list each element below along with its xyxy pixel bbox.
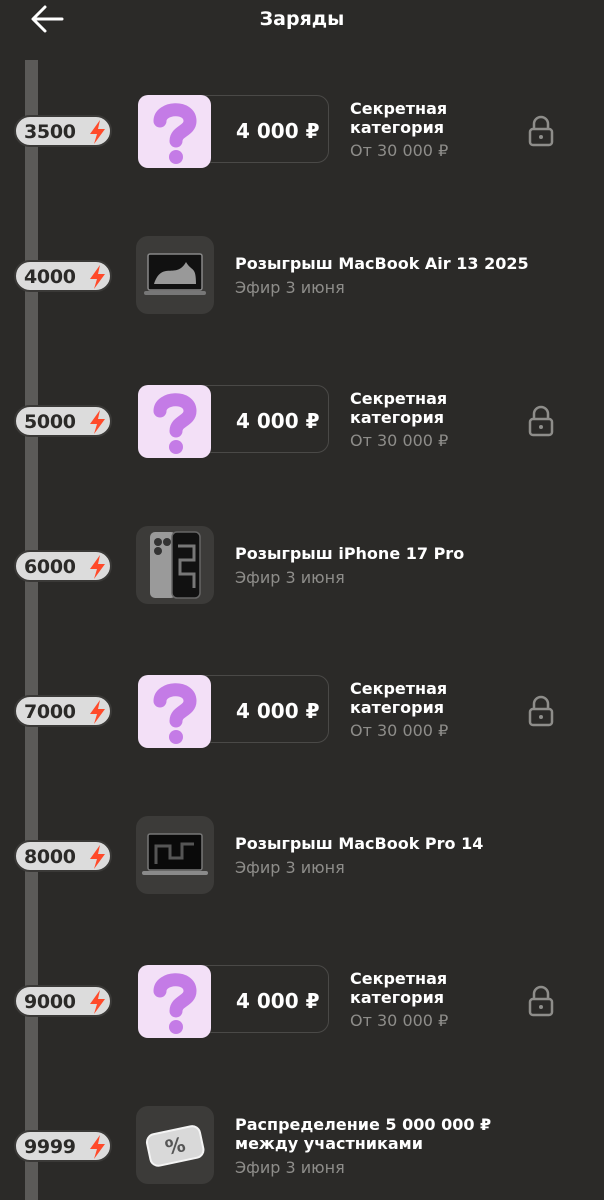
prize-subtitle: Эфир 3 июня — [235, 278, 345, 297]
question-mark-icon — [138, 385, 211, 458]
lock-icon[interactable] — [526, 985, 556, 1017]
charge-badge: 9000 — [14, 985, 112, 1017]
question-mark-icon — [138, 965, 211, 1038]
secret-title: Секретная категория — [350, 969, 448, 1007]
macbook-pro-icon[interactable] — [136, 816, 214, 894]
lightning-icon — [90, 700, 105, 724]
lock-icon[interactable] — [526, 695, 556, 727]
prize-title: Розыгрыш MacBook Pro 14 — [235, 834, 484, 853]
prize-title: Розыгрыш iPhone 17 Pro — [235, 544, 465, 563]
price-label: 4 000 ₽ — [236, 989, 320, 1013]
charge-badge: 5000 — [14, 405, 112, 437]
charge-count: 9000 — [24, 991, 76, 1013]
charge-count: 8000 — [24, 846, 76, 868]
charge-count: 3500 — [24, 121, 76, 143]
header: Заряды — [0, 0, 604, 40]
charge-count: 6000 — [24, 556, 76, 578]
prize-title: Распределение 5 000 000 ₽ между участник… — [235, 1115, 492, 1153]
charge-badge: 3500 — [14, 115, 112, 147]
reward-row: 3500 4 000 ₽ Секретная категория От 30 0… — [0, 95, 604, 185]
secret-title: Секретная категория — [350, 99, 448, 137]
reward-row: 8000 Розыгрыш MacBook Pro 14 Эфир 3 июня — [0, 816, 604, 906]
secret-title: Секретная категория — [350, 679, 448, 717]
prize-subtitle: Эфир 3 июня — [235, 1158, 345, 1177]
lightning-icon — [90, 990, 105, 1014]
prize-title: Розыгрыш MacBook Air 13 2025 — [235, 254, 529, 273]
charge-count: 7000 — [24, 701, 76, 723]
prize-subtitle: Эфир 3 июня — [235, 568, 345, 587]
secret-subtitle: От 30 000 ₽ — [350, 141, 449, 160]
lightning-icon — [90, 265, 105, 289]
reward-row: 9999 % Распределение 5 000 000 ₽ между у… — [0, 1106, 604, 1196]
charge-badge: 4000 — [14, 260, 112, 292]
price-label: 4 000 ₽ — [236, 699, 320, 723]
lightning-icon — [90, 845, 105, 869]
charge-badge: 8000 — [14, 840, 112, 872]
charge-badge: 7000 — [14, 695, 112, 727]
reward-row: 5000 4 000 ₽ Секретная категория От 30 0… — [0, 385, 604, 475]
lightning-icon — [90, 410, 105, 434]
secret-subtitle: От 30 000 ₽ — [350, 721, 449, 740]
lightning-icon — [90, 555, 105, 579]
charge-count: 9999 — [24, 1136, 76, 1158]
charge-count: 4000 — [24, 266, 76, 288]
prize-subtitle: Эфир 3 июня — [235, 858, 345, 877]
lightning-icon — [90, 1135, 105, 1159]
reward-row: 9000 4 000 ₽ Секретная категория От 30 0… — [0, 965, 604, 1055]
charge-badge: 6000 — [14, 550, 112, 582]
secret-subtitle: От 30 000 ₽ — [350, 431, 449, 450]
question-mark-icon — [138, 675, 211, 748]
reward-row: 6000 Розыгрыш iPhone 17 Pro Эфир 3 июня — [0, 526, 604, 616]
discount-ticket-icon[interactable]: % — [136, 1106, 214, 1184]
charge-badge: 9999 — [14, 1130, 112, 1162]
price-label: 4 000 ₽ — [236, 119, 320, 143]
secret-title: Секретная категория — [350, 389, 448, 427]
question-mark-icon — [138, 95, 211, 168]
lock-icon[interactable] — [526, 405, 556, 437]
reward-row: 4000 Розыгрыш MacBook Air 13 2025 Эфир 3… — [0, 236, 604, 326]
charge-count: 5000 — [24, 411, 76, 433]
iphone-icon[interactable] — [136, 526, 214, 604]
macbook-air-icon[interactable] — [136, 236, 214, 314]
secret-subtitle: От 30 000 ₽ — [350, 1011, 449, 1030]
price-label: 4 000 ₽ — [236, 409, 320, 433]
lightning-icon — [90, 120, 105, 144]
lock-icon[interactable] — [526, 115, 556, 147]
page-title: Заряды — [259, 8, 345, 30]
reward-row: 7000 4 000 ₽ Секретная категория От 30 0… — [0, 675, 604, 765]
